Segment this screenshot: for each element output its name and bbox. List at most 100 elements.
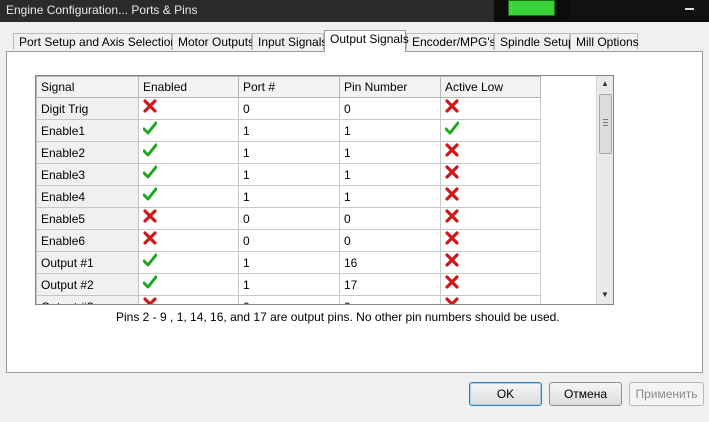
minimize-icon[interactable] bbox=[685, 8, 694, 10]
pin-number-cell[interactable]: 0 bbox=[339, 97, 441, 120]
pin-number-cell[interactable]: 1 bbox=[339, 185, 441, 208]
scroll-up-arrow-icon[interactable]: ▲ bbox=[597, 76, 613, 92]
header-row: Signal Enabled Port # Pin Number Active … bbox=[36, 76, 541, 98]
active-low-toggle-cell[interactable] bbox=[440, 141, 541, 164]
pin-number-cell[interactable]: 0 bbox=[339, 295, 441, 304]
scroll-down-arrow-icon[interactable]: ▼ bbox=[597, 287, 613, 303]
tab-spindle-setup[interactable]: Spindle Setup bbox=[494, 33, 575, 50]
col-header-signal[interactable]: Signal bbox=[36, 76, 139, 98]
green-check-icon[interactable] bbox=[142, 253, 158, 267]
enabled-toggle-cell[interactable] bbox=[138, 273, 239, 296]
signal-name-cell: Enable1 bbox=[36, 119, 139, 142]
ok-button[interactable]: OK bbox=[469, 382, 542, 406]
enabled-toggle-cell[interactable] bbox=[138, 141, 239, 164]
table-row[interactable]: Enable2 1 1 bbox=[36, 141, 541, 164]
output-signals-grid: Signal Enabled Port # Pin Number Active … bbox=[35, 75, 614, 305]
output-pins-note: Pins 2 - 9 , 1, 14, 16, and 17 are outpu… bbox=[116, 310, 560, 324]
tab-port-setup[interactable]: Port Setup and Axis Selection bbox=[13, 33, 177, 50]
pin-number-cell[interactable]: 0 bbox=[339, 229, 441, 252]
green-check-icon[interactable] bbox=[142, 143, 158, 157]
active-low-toggle-cell[interactable] bbox=[440, 273, 541, 296]
active-low-toggle-cell[interactable] bbox=[440, 207, 541, 230]
pin-number-cell[interactable]: 1 bbox=[339, 141, 441, 164]
active-low-toggle-cell[interactable] bbox=[440, 163, 541, 186]
pin-number-cell[interactable]: 0 bbox=[339, 207, 441, 230]
port-cell[interactable]: 0 bbox=[238, 229, 340, 252]
red-cross-icon[interactable] bbox=[445, 275, 459, 289]
tab-input-signals[interactable]: Input Signals bbox=[252, 33, 327, 50]
enabled-toggle-cell[interactable] bbox=[138, 97, 239, 120]
red-cross-icon[interactable] bbox=[445, 231, 459, 245]
pin-number-cell[interactable]: 1 bbox=[339, 119, 441, 142]
table-row[interactable]: Digit Trig 0 0 bbox=[36, 97, 541, 120]
scrollbar-thumb[interactable] bbox=[599, 94, 612, 154]
port-cell[interactable]: 1 bbox=[238, 141, 340, 164]
pin-number-cell[interactable]: 17 bbox=[339, 273, 441, 296]
active-low-toggle-cell[interactable] bbox=[440, 229, 541, 252]
tab-mill-options[interactable]: Mill Options bbox=[570, 33, 639, 50]
signals-table: Signal Enabled Port # Pin Number Active … bbox=[36, 76, 541, 304]
port-cell[interactable]: 1 bbox=[238, 185, 340, 208]
enabled-toggle-cell[interactable] bbox=[138, 229, 239, 252]
table-row[interactable]: Enable4 1 1 bbox=[36, 185, 541, 208]
col-header-port[interactable]: Port # bbox=[238, 76, 340, 98]
tab-motor-outputs[interactable]: Motor Outputs bbox=[172, 33, 254, 50]
port-cell[interactable]: 0 bbox=[238, 295, 340, 304]
port-cell[interactable]: 0 bbox=[238, 207, 340, 230]
pin-number-cell[interactable]: 16 bbox=[339, 251, 441, 274]
table-row[interactable]: Enable6 0 0 bbox=[36, 229, 541, 252]
red-cross-icon[interactable] bbox=[445, 297, 459, 304]
red-cross-icon[interactable] bbox=[445, 209, 459, 223]
enabled-toggle-cell[interactable] bbox=[138, 163, 239, 186]
port-cell[interactable]: 1 bbox=[238, 273, 340, 296]
active-low-toggle-cell[interactable] bbox=[440, 185, 541, 208]
table-row[interactable]: Enable3 1 1 bbox=[36, 163, 541, 186]
green-check-icon[interactable] bbox=[142, 187, 158, 201]
apply-button[interactable]: Применить bbox=[629, 382, 704, 406]
port-cell[interactable]: 1 bbox=[238, 163, 340, 186]
table-row[interactable]: Output #3 00 bbox=[36, 295, 541, 304]
red-cross-icon[interactable] bbox=[445, 143, 459, 157]
active-low-toggle-cell[interactable] bbox=[440, 295, 541, 304]
col-header-enabled[interactable]: Enabled bbox=[138, 76, 239, 98]
green-check-icon[interactable] bbox=[142, 121, 158, 135]
enabled-toggle-cell[interactable] bbox=[138, 251, 239, 274]
port-cell[interactable]: 1 bbox=[238, 251, 340, 274]
green-check-icon[interactable] bbox=[142, 275, 158, 289]
red-cross-icon[interactable] bbox=[445, 99, 459, 113]
dialog-body: Port Setup and Axis Selection Motor Outp… bbox=[0, 22, 709, 422]
active-low-toggle-cell[interactable] bbox=[440, 119, 541, 142]
red-cross-icon[interactable] bbox=[445, 165, 459, 179]
table-row[interactable]: Output #2 1 17 bbox=[36, 273, 541, 296]
green-check-icon[interactable] bbox=[142, 165, 158, 179]
tab-encoder-mpg[interactable]: Encoder/MPG's bbox=[406, 33, 496, 50]
pin-number-cell[interactable]: 1 bbox=[339, 163, 441, 186]
background-window-green-area bbox=[508, 0, 555, 16]
enabled-toggle-cell[interactable] bbox=[138, 185, 239, 208]
tab-output-signals[interactable]: Output Signals bbox=[324, 30, 409, 52]
red-cross-icon[interactable] bbox=[143, 99, 157, 113]
red-cross-icon[interactable] bbox=[143, 297, 157, 304]
port-cell[interactable]: 1 bbox=[238, 119, 340, 142]
red-cross-icon[interactable] bbox=[445, 187, 459, 201]
table-row[interactable]: Enable5 0 0 bbox=[36, 207, 541, 230]
col-header-pin-number[interactable]: Pin Number bbox=[339, 76, 441, 98]
col-header-active-low[interactable]: Active Low bbox=[440, 76, 541, 98]
tab-strip: Port Setup and Axis Selection Motor Outp… bbox=[0, 30, 709, 52]
vertical-scrollbar[interactable]: ▲ ▼ bbox=[596, 76, 613, 304]
enabled-toggle-cell[interactable] bbox=[138, 119, 239, 142]
port-cell[interactable]: 0 bbox=[238, 97, 340, 120]
enabled-toggle-cell[interactable] bbox=[138, 295, 239, 304]
cancel-button[interactable]: Отмена bbox=[549, 382, 622, 406]
active-low-toggle-cell[interactable] bbox=[440, 97, 541, 120]
red-cross-icon[interactable] bbox=[143, 231, 157, 245]
table-row[interactable]: Enable1 1 1 bbox=[36, 119, 541, 142]
output-signals-panel: Signal Enabled Port # Pin Number Active … bbox=[6, 51, 703, 373]
red-cross-icon[interactable] bbox=[143, 209, 157, 223]
enabled-toggle-cell[interactable] bbox=[138, 207, 239, 230]
signal-name-cell: Digit Trig bbox=[36, 97, 139, 120]
green-check-icon[interactable] bbox=[444, 121, 460, 135]
red-cross-icon[interactable] bbox=[445, 253, 459, 267]
active-low-toggle-cell[interactable] bbox=[440, 251, 541, 274]
table-row[interactable]: Output #1 1 16 bbox=[36, 251, 541, 274]
